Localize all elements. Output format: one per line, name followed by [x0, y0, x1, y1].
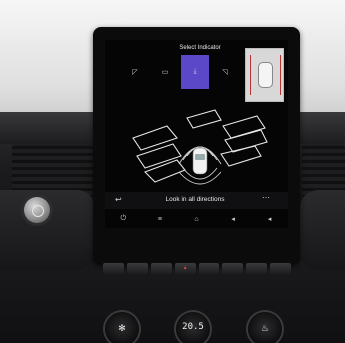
- car-interior-photo: Select Indicator ◸ ▭ ⤓ ◹ ↩ Look in all d…: [0, 0, 345, 343]
- hw-button-assist[interactable]: [246, 263, 268, 274]
- infotainment-screen: Select Indicator ◸ ▭ ⤓ ◹ ↩ Look in all d…: [105, 40, 288, 228]
- hw-button-defrost-front[interactable]: [126, 263, 148, 274]
- car-top-view-icon: [258, 62, 273, 88]
- camera-preview-thumbnail[interactable]: [245, 48, 284, 102]
- camera-selector: ◸ ▭ ⤓ ◹: [121, 55, 241, 89]
- surround-view-diagram: [132, 109, 268, 185]
- right-dash-panel: [300, 190, 345, 270]
- seat-heat-icon: ♨: [260, 323, 270, 333]
- system-nav-bar: ⏻ ≡ ⌂ ◂ ◂: [105, 212, 288, 226]
- home-icon[interactable]: ⌂: [188, 216, 204, 223]
- hw-button-parking[interactable]: [222, 263, 244, 274]
- hardware-button-strip: ▲: [103, 263, 291, 274]
- rear-camera-icon: ⤓: [193, 68, 197, 75]
- air-distribution-knob[interactable]: ♨: [248, 312, 282, 343]
- fan-icon: ✻: [118, 323, 126, 333]
- zone-front-center: [186, 109, 222, 129]
- temperature-readout: 20.5: [182, 322, 204, 332]
- action-bar: ↩ Look in all directions ⋯: [105, 192, 288, 209]
- back-icon[interactable]: ↩: [115, 195, 122, 204]
- screen-title: Select Indicator: [179, 45, 221, 51]
- power-icon[interactable]: ⏻: [115, 215, 131, 223]
- temperature-knob[interactable]: 20.5: [176, 312, 210, 343]
- look-all-directions-button[interactable]: Look in all directions: [145, 196, 245, 203]
- hw-button-lock[interactable]: [198, 263, 220, 274]
- camera-tab-rear[interactable]: ⤓: [181, 55, 209, 89]
- hw-button-defrost-rear[interactable]: [103, 263, 124, 274]
- engine-start-button[interactable]: [24, 197, 50, 223]
- hazard-button[interactable]: ▲: [174, 263, 196, 274]
- car-top-view-icon: [192, 147, 208, 175]
- more-options-icon[interactable]: ⋯: [262, 193, 270, 202]
- right-camera-icon: ◹: [222, 69, 228, 76]
- menu-icon[interactable]: ≡: [152, 216, 168, 223]
- camera-tab-front-left[interactable]: ◸: [121, 55, 149, 89]
- front-camera-icon: ▭: [161, 69, 169, 76]
- volume-down-icon[interactable]: ◂: [225, 215, 241, 223]
- zone-rear-right: [220, 145, 262, 167]
- hw-button-camera[interactable]: [270, 263, 291, 274]
- front-left-camera-icon: ◸: [132, 69, 138, 76]
- camera-tab-right[interactable]: ◹: [211, 55, 239, 89]
- fan-speed-knob[interactable]: ✻: [105, 312, 139, 343]
- camera-tab-front[interactable]: ▭: [151, 55, 179, 89]
- zone-front-left: [132, 125, 178, 151]
- volume-up-icon[interactable]: ◂: [262, 215, 278, 223]
- zone-left: [136, 143, 182, 169]
- hw-button-recirculation[interactable]: [150, 263, 172, 274]
